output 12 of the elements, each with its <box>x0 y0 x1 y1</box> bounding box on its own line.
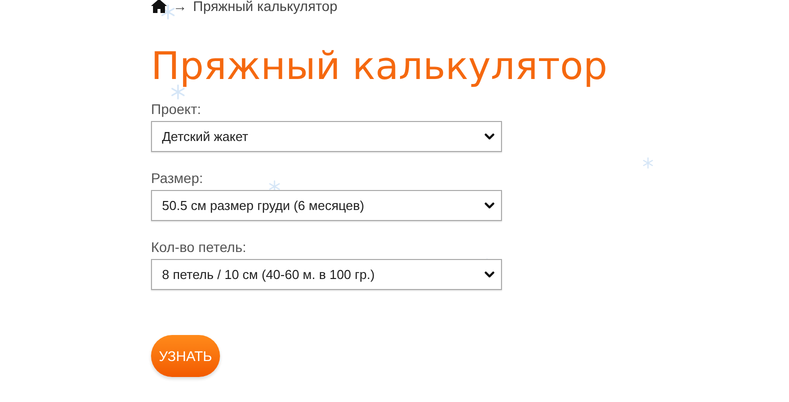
select-field[interactable]: 8 петель / 10 см (40-60 м. в 100 гр.) <box>151 259 502 290</box>
breadcrumb-separator: → <box>173 0 187 14</box>
snowflake-icon <box>642 157 654 169</box>
field-label: Кол-во петель: <box>151 238 246 256</box>
field-label: Размер: <box>151 169 204 187</box>
select-field[interactable]: Детский жакет <box>151 121 502 152</box>
snowflake-icon <box>268 180 281 193</box>
page-title: Пряжный калькулятор <box>151 43 608 90</box>
select-field[interactable]: 50.5 см размер груди (6 месяцев) <box>151 190 502 221</box>
breadcrumb-current: Пряжный калькулятор <box>193 0 338 14</box>
home-icon[interactable] <box>151 0 167 13</box>
field-label: Проект: <box>151 100 202 118</box>
